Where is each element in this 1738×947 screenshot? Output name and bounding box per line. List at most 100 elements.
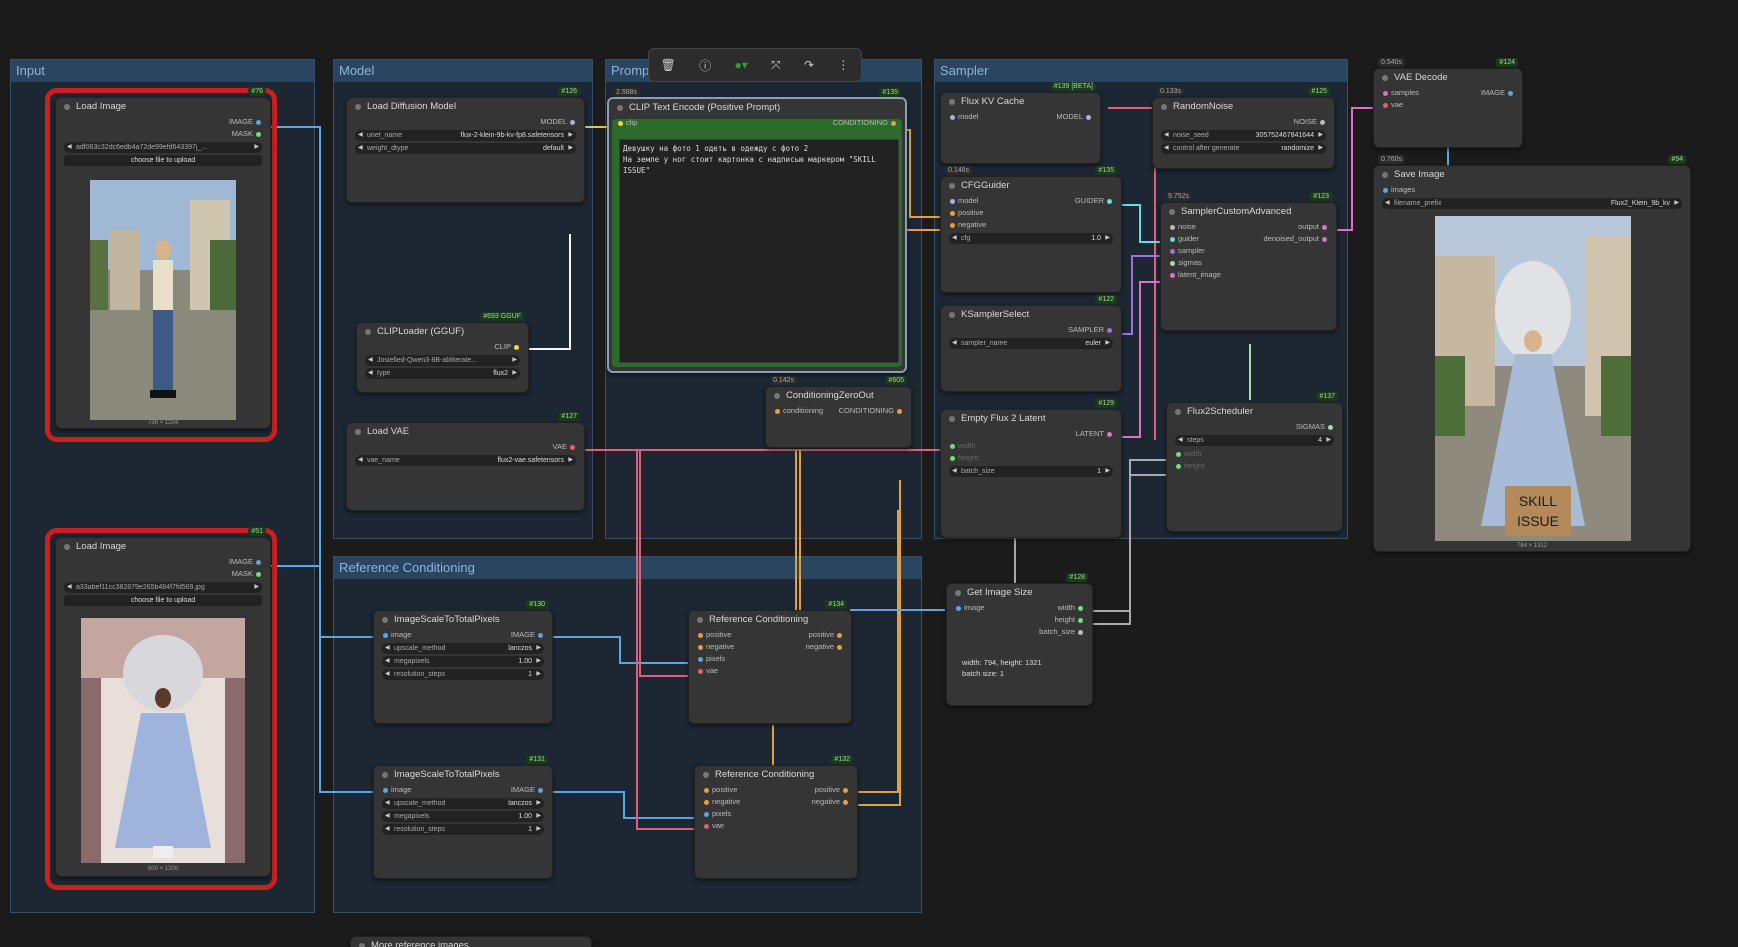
steps-number[interactable]: steps 4	[1175, 435, 1334, 446]
input-label: latent_image	[1178, 270, 1221, 279]
socket-icon	[1170, 248, 1175, 254]
socket-icon	[1107, 198, 1112, 204]
node-more-reference-images[interactable]: More reference images	[350, 936, 592, 947]
socket-icon	[1176, 451, 1181, 457]
cfg-number[interactable]: cfg 1.0	[949, 233, 1113, 244]
widget-label: noise_seed	[1173, 132, 1209, 139]
prompt-textarea[interactable]: Девушку на фото 1 одеть в одежду с фото …	[619, 139, 899, 363]
io-vae: vae	[1374, 99, 1522, 111]
node-title: ConditioningZeroOut	[766, 387, 911, 405]
image-size-caption: 736 × 1224	[147, 420, 179, 426]
control-after-generate-select[interactable]: control after generate randomize	[1161, 143, 1326, 154]
input-label: negative	[958, 220, 987, 229]
io-image: image width	[947, 602, 1092, 614]
upload-button[interactable]: choose file to upload	[64, 155, 262, 166]
node-image-scale-to-total-pixels-1[interactable]: #130 ImageScaleToTotalPixels image IMAGE …	[373, 600, 553, 724]
widget-value: Josiefied-Qwen3-8B-abliterate...	[377, 357, 477, 364]
node-load-diffusion-model[interactable]: #126 Load Diffusion Model MODEL unet_nam…	[346, 87, 585, 203]
output-label: SAMPLER	[1068, 325, 1104, 334]
image-file-select[interactable]: adf063c32dc6edb4a72de99efd643397j_...	[64, 142, 262, 153]
weight-dtype-select[interactable]: weight_dtype default	[355, 143, 576, 154]
clip-type-select[interactable]: type flux2	[365, 368, 520, 379]
output-image-preview: SKILL ISSUE	[1435, 216, 1631, 541]
upscale-method-select[interactable]: upscale_method lanczos	[382, 798, 544, 809]
node-title: Load Image	[56, 538, 270, 556]
widget-label: steps	[1187, 437, 1204, 444]
node-save-image[interactable]: 0.760s #94 Save Image images filename_pr…	[1373, 155, 1691, 552]
node-conditioning-zero-out[interactable]: 0.142s #605 ConditioningZeroOut conditio…	[765, 376, 912, 448]
node-vae-decode[interactable]: 0.540s #124 VAE Decode samples IMAGE vae	[1373, 58, 1523, 148]
wire-neg2	[856, 480, 901, 806]
node-clip-text-encode[interactable]: 2.588s #135 CLIP Text Encode (Positive P…	[607, 88, 907, 373]
upscale-method-select[interactable]: upscale_method lanczos	[382, 643, 544, 654]
node-id-badge: #129	[1095, 399, 1117, 408]
node-title: ImageScaleToTotalPixels	[374, 611, 552, 629]
node-random-noise[interactable]: 0.133s #125 RandomNoise NOISE noise_seed…	[1152, 87, 1335, 169]
widget-label: megapixels	[394, 813, 430, 820]
batch-size-number[interactable]: batch_size 1	[949, 466, 1113, 477]
node-id-badge: #135	[1095, 166, 1117, 175]
socket-icon	[538, 787, 543, 793]
clip-name-select[interactable]: Josiefied-Qwen3-8B-abliterate...	[365, 355, 520, 366]
node-cfg-guider[interactable]: 0.146s #135 CFGGuider model GUIDER positi…	[940, 166, 1122, 293]
node-id-badge: #94	[1668, 155, 1686, 164]
io-negative: negative	[941, 219, 1121, 231]
megapixels-number[interactable]: megapixels 1.00	[382, 811, 544, 822]
node-title: More reference images	[351, 937, 591, 947]
node-canvas[interactable]: Input Model Promp Sampler Reference Cond…	[0, 0, 1738, 947]
socket-icon	[843, 799, 848, 805]
widget-label: upscale_method	[394, 800, 446, 807]
node-load-vae[interactable]: #127 Load VAE VAE vae_name flux2-vae.safe…	[346, 412, 585, 511]
filename-prefix-text[interactable]: filename_prefix Flux2_Klein_9b_kv	[1382, 198, 1682, 209]
info-icon[interactable]: ⓘ	[699, 57, 711, 74]
socket-icon	[383, 632, 388, 638]
node-reference-conditioning-2[interactable]: #132 Reference Conditioning positive posi…	[694, 755, 858, 879]
image-file-select[interactable]: a33abef11cc382879e265b484f7fd569.jpg	[64, 582, 262, 593]
preview-image	[81, 618, 245, 863]
node-sampler-custom-advanced[interactable]: 9.752s #123 SamplerCustomAdvanced noise o…	[1160, 192, 1337, 331]
output-label: MASK	[231, 129, 253, 138]
node-flux-kv-cache[interactable]: #139 [BETA] Flux KV Cache model MODEL	[940, 82, 1101, 164]
node-cliploader-gguf[interactable]: #693 GGUF CLIPLoader (GGUF) CLIP Josiefi…	[356, 312, 529, 393]
node-title: RandomNoise	[1153, 98, 1334, 116]
resolution-steps-number[interactable]: resolution_steps 1	[382, 824, 544, 835]
widget-value: euler	[1085, 340, 1101, 347]
vae-name-select[interactable]: vae_name flux2-vae.safetensors	[355, 455, 576, 466]
node-load-image-2[interactable]: #51 Load Image IMAGE MASK a33abef11cc382…	[55, 527, 271, 877]
node-ksampler-select[interactable]: #122 KSamplerSelect SAMPLER sampler_name…	[940, 295, 1122, 392]
node-id-badge: #124	[1496, 58, 1518, 67]
resolution-steps-number[interactable]: resolution_steps 1	[382, 669, 544, 680]
node-get-image-size[interactable]: #128 Get Image Size image width height ba…	[946, 573, 1093, 706]
io-clip: clip CONDITIONING	[609, 117, 905, 129]
node-reference-conditioning-1[interactable]: #134 Reference Conditioning positive posi…	[688, 600, 852, 724]
node-empty-flux-2-latent[interactable]: #129 Empty Flux 2 Latent LATENT width he…	[940, 399, 1122, 538]
node-image-scale-to-total-pixels-2[interactable]: #131 ImageScaleToTotalPixels image IMAGE …	[373, 755, 553, 879]
io-model: model MODEL	[941, 111, 1100, 123]
widget-label: upscale_method	[394, 645, 446, 652]
input-label: image	[391, 630, 412, 639]
bypass-icon[interactable]: ↷	[804, 58, 814, 72]
socket-icon	[698, 656, 703, 662]
socket-icon	[1383, 187, 1388, 193]
output-label: LATENT	[1075, 429, 1104, 438]
delete-icon[interactable]: 🗑	[661, 58, 676, 72]
widget-value: flux2	[493, 370, 508, 377]
size-info-1: width: 794, height: 1321	[962, 658, 1042, 667]
node-flux2-scheduler[interactable]: #137 Flux2Scheduler SIGMAS steps4 width …	[1166, 392, 1343, 532]
upload-button[interactable]: choose file to upload	[64, 595, 262, 606]
node-load-image-1[interactable]: #76 Load Image IMAGE MASK adf063c32dc6ed…	[55, 87, 271, 429]
color-picker-icon[interactable]: ●▾	[734, 58, 747, 72]
input-label: model	[958, 112, 979, 121]
socket-icon	[1107, 431, 1112, 437]
fit-view-icon[interactable]: ⤧	[771, 58, 781, 73]
unet-name-select[interactable]: unet_name flux-2-klein-9b-kv-fp8.safetens…	[355, 130, 576, 141]
input-label: pixels	[706, 654, 726, 663]
preview-image	[90, 180, 236, 420]
megapixels-number[interactable]: megapixels 1.00	[382, 656, 544, 667]
node-id-badge: #693 GGUF	[480, 312, 524, 321]
noise-seed-number[interactable]: noise_seed 305752467841644	[1161, 130, 1326, 141]
more-icon[interactable]: ⋮	[837, 58, 849, 72]
socket-icon	[1170, 224, 1175, 230]
sampler-name-select[interactable]: sampler_name euler	[949, 338, 1113, 349]
output-label: negative	[811, 797, 840, 806]
